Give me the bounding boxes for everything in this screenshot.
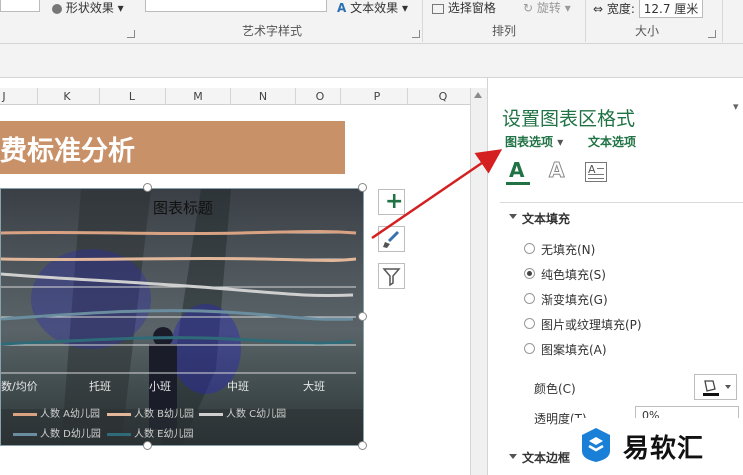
chart-styles-button[interactable]	[378, 226, 405, 252]
collapse-icon[interactable]	[509, 454, 517, 459]
resize-handle-top[interactable]	[143, 183, 152, 192]
paint-bucket-icon	[703, 380, 731, 396]
resize-handle-right[interactable]	[358, 312, 367, 321]
legend-label: 人数 E幼儿园	[134, 429, 194, 440]
scenery-glow	[31, 249, 151, 349]
brush-icon	[383, 230, 400, 248]
wordart-gallery[interactable]	[145, 0, 327, 12]
text-outline-icon[interactable]: A	[545, 158, 569, 186]
col-header-j[interactable]: J	[0, 90, 14, 103]
collapse-icon[interactable]	[509, 214, 517, 219]
chart-title[interactable]: 图表标题	[1, 197, 363, 218]
watermark-text: 易软汇	[623, 434, 705, 464]
shape-effects-button[interactable]: 形状效果 ▾	[52, 0, 124, 15]
tab-chart-options[interactable]: 图表选项 ▾	[505, 133, 563, 150]
tab-text-options[interactable]: 文本选项	[588, 133, 636, 150]
chart-filters-button[interactable]	[378, 263, 405, 289]
legend-label: 人数 C幼儿园	[226, 409, 287, 420]
legend-swatch	[13, 432, 37, 436]
radio-icon	[524, 243, 535, 254]
col-header-q[interactable]: Q	[433, 90, 453, 103]
col-header-m[interactable]: M	[188, 90, 208, 103]
chevron-down-icon: ▾	[557, 135, 564, 149]
legend-swatch	[199, 412, 223, 416]
size-launcher[interactable]	[708, 30, 716, 38]
legend-swatch	[13, 412, 37, 416]
col-header-n[interactable]: N	[253, 90, 273, 103]
resize-handle-bottom-right[interactable]	[358, 441, 367, 450]
legend-swatch	[107, 432, 131, 436]
width-icon: ⇔	[593, 2, 604, 16]
selection-pane-button[interactable]: 选择窗格	[432, 0, 496, 15]
col-header-p[interactable]: P	[367, 90, 387, 103]
x-axis-label: 小班	[149, 380, 171, 393]
rotate-icon: ↻	[523, 1, 534, 15]
resize-handle-bottom[interactable]	[143, 441, 152, 450]
pane-title: 设置图表区格式	[502, 108, 636, 130]
color-label: 颜色(C)	[534, 382, 576, 396]
formula-bar-area	[0, 44, 743, 78]
text-box-icon[interactable]: A	[585, 160, 609, 186]
radio-icon	[524, 343, 535, 354]
x-axis-label: 大班	[303, 380, 325, 393]
group-arrange: 排列	[492, 24, 517, 38]
scroll-up-icon[interactable]	[474, 92, 482, 98]
sheet-title: 费标准分析	[0, 136, 135, 167]
color-picker-button[interactable]	[694, 374, 737, 400]
chart-elements-button[interactable]: +	[378, 189, 405, 215]
resize-handle-top-right[interactable]	[358, 183, 367, 192]
legend-label: 人数 A幼儿园	[40, 409, 101, 420]
filter-icon	[382, 268, 401, 287]
legend-item[interactable]: 人数 A幼儿园	[13, 405, 100, 420]
text-effects-button[interactable]: A 文本效果 ▾	[337, 0, 408, 15]
col-header-k[interactable]: K	[57, 90, 77, 103]
col-header-o[interactable]: O	[310, 90, 330, 103]
legend-swatch	[107, 412, 131, 416]
x-axis-label: 中班	[227, 380, 249, 393]
section-text-border[interactable]: 文本边框	[522, 449, 570, 466]
shape-styles-launcher[interactable]	[127, 30, 135, 38]
radio-checked-icon	[524, 268, 535, 279]
ribbon: 形状效果 ▾ A 文本效果 ▾ 艺术字样式 选择窗格 ↻ 旋转 ▾ 排列 ⇔ 宽…	[0, 0, 743, 44]
section-text-fill[interactable]: 文本填充	[522, 210, 570, 227]
pane-menu-icon[interactable]: ▾	[733, 100, 743, 120]
legend-item[interactable]: 人数 C幼儿园	[199, 405, 286, 420]
legend-item[interactable]: 人数 E幼儿园	[107, 425, 194, 440]
col-header-l[interactable]: L	[122, 90, 142, 103]
selection-pane-icon	[432, 3, 444, 14]
shape-effects-icon	[52, 3, 62, 14]
legend-item[interactable]: 人数 D幼儿园	[13, 425, 101, 440]
legend-label: 人数 B幼儿园	[134, 409, 195, 420]
legend-label: 人数 D幼儿园	[40, 429, 101, 440]
text-fill-icon[interactable]: A	[506, 158, 530, 186]
column-headers: J K L M N O P Q	[0, 88, 470, 105]
x-axis-label: 数/均价	[1, 380, 38, 393]
width-field[interactable]: ⇔ 宽度: 12.7 厘米	[593, 0, 704, 18]
rotate-button[interactable]: ↻ 旋转 ▾	[523, 0, 571, 15]
style-dropdown[interactable]	[0, 0, 40, 12]
text-effects-icon: A	[337, 1, 347, 15]
plus-icon: +	[385, 189, 404, 214]
radio-icon	[524, 293, 535, 304]
radio-icon	[524, 318, 535, 329]
group-wordart: 艺术字样式	[242, 24, 303, 38]
legend-item[interactable]: 人数 B幼儿园	[107, 405, 194, 420]
watermark-logo	[582, 428, 610, 462]
series-line	[1, 256, 357, 262]
x-axis-label: 托班	[89, 380, 111, 393]
vertical-scrollbar[interactable]	[470, 88, 487, 475]
chart-area[interactable]: 图表标题 数/均价 托班 小班 中班 大班 人数 A幼儿园 人数 B幼儿园 人数 C幼儿园人…	[0, 188, 364, 446]
group-size: 大小	[635, 24, 660, 38]
wordart-launcher[interactable]	[412, 30, 420, 38]
